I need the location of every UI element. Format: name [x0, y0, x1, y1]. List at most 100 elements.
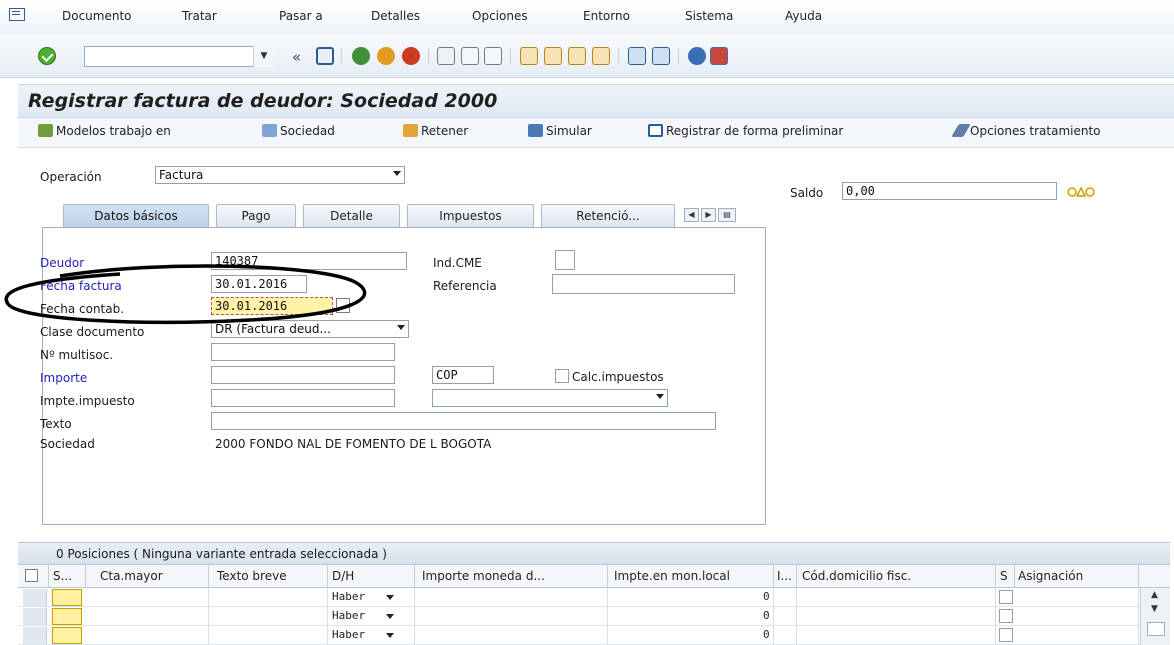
menu-detalles[interactable]: Detalles: [371, 9, 420, 23]
amount-doc-cell[interactable]: [415, 607, 608, 626]
assignment-cell[interactable]: [1015, 588, 1139, 607]
hold-button[interactable]: Retener: [403, 124, 468, 138]
col-account[interactable]: Cta.mayor: [100, 569, 163, 583]
tab-datos-basicos[interactable]: Datos básicos: [63, 204, 209, 227]
amount-field[interactable]: [211, 366, 395, 384]
short-text-cell[interactable]: [209, 588, 328, 607]
back-arrows-icon[interactable]: «: [292, 48, 301, 66]
exit-icon[interactable]: [377, 47, 395, 65]
print-icon[interactable]: [437, 47, 455, 65]
options-button[interactable]: Opciones tratamiento: [951, 124, 1101, 138]
cancel-icon[interactable]: [402, 47, 420, 65]
tax-jurisdiction-cell[interactable]: [797, 626, 996, 645]
menu-icon[interactable]: [9, 8, 25, 21]
s-checkbox[interactable]: [999, 628, 1013, 642]
tab-scroll-left-icon[interactable]: ◀: [684, 208, 699, 222]
short-text-cell[interactable]: [209, 607, 328, 626]
find-next-icon[interactable]: [484, 47, 502, 65]
short-text-cell[interactable]: [209, 626, 328, 645]
table-row: Haber 0: [18, 588, 1170, 607]
status-cell[interactable]: [52, 627, 82, 644]
operation-select[interactable]: Factura: [155, 166, 405, 184]
next-page-icon[interactable]: [568, 47, 586, 65]
scroll-up-icon[interactable]: ▲: [1151, 590, 1158, 600]
scroll-down-icon[interactable]: ▼: [1151, 604, 1158, 614]
scroll-config-icon[interactable]: [1147, 622, 1165, 636]
back-icon[interactable]: [352, 47, 370, 65]
layout-icon[interactable]: [710, 47, 728, 65]
amount-local-cell[interactable]: [608, 588, 774, 607]
multisoc-field[interactable]: [211, 343, 395, 361]
assignment-cell[interactable]: [1015, 626, 1139, 645]
i-cell[interactable]: [774, 588, 797, 607]
col-amount-local[interactable]: Impte.en mon.local: [614, 569, 730, 583]
tab-impuestos[interactable]: Impuestos: [407, 204, 534, 227]
col-short-text[interactable]: Texto breve: [217, 569, 287, 583]
col-s[interactable]: S: [1000, 569, 1008, 583]
col-amount-doc[interactable]: Importe moneda d...: [422, 569, 545, 583]
text-field[interactable]: [211, 412, 716, 430]
simulate-button[interactable]: Simular: [528, 124, 592, 138]
calc-tax-checkbox[interactable]: [555, 369, 569, 383]
row-selector[interactable]: [23, 627, 47, 644]
i-cell[interactable]: [774, 626, 797, 645]
menu-tratar[interactable]: Tratar: [182, 9, 217, 23]
menu-entorno[interactable]: Entorno: [583, 9, 630, 23]
i-cell[interactable]: [774, 607, 797, 626]
row-selector[interactable]: [23, 589, 47, 606]
last-page-icon[interactable]: [592, 47, 610, 65]
new-session-icon[interactable]: [628, 47, 646, 65]
enter-check-icon[interactable]: [38, 47, 56, 65]
status-cell[interactable]: [52, 608, 82, 625]
col-assignment[interactable]: Asignación: [1018, 569, 1083, 583]
command-field[interactable]: [84, 46, 274, 67]
reference-field[interactable]: [552, 274, 735, 294]
col-i[interactable]: I...: [777, 569, 792, 583]
menu-ayuda[interactable]: Ayuda: [785, 9, 822, 23]
shortcut-icon[interactable]: [652, 47, 670, 65]
tax-jurisdiction-cell[interactable]: [797, 588, 996, 607]
command-dropdown-icon[interactable]: ▼: [253, 46, 274, 67]
row-selector[interactable]: [23, 608, 47, 625]
amount-doc-cell[interactable]: [415, 588, 608, 607]
grid-vertical-scrollbar[interactable]: ▲ ▼: [1140, 588, 1170, 645]
tax-jurisdiction-cell[interactable]: [797, 607, 996, 626]
col-status[interactable]: S...: [53, 569, 93, 583]
tab-scroll-right-icon[interactable]: ▶: [701, 208, 716, 222]
assignment-cell[interactable]: [1015, 607, 1139, 626]
tab-retencion[interactable]: Retenció...: [541, 204, 675, 227]
account-cell[interactable]: [85, 588, 209, 607]
menu-sistema[interactable]: Sistema: [685, 9, 733, 23]
park-button[interactable]: Registrar de forma preliminar: [648, 124, 843, 138]
previous-page-icon[interactable]: [544, 47, 562, 65]
tax-amount-field[interactable]: [211, 389, 395, 407]
cme-field[interactable]: [555, 250, 575, 270]
tab-list-icon[interactable]: ▤: [718, 208, 736, 222]
company-button[interactable]: Sociedad: [262, 124, 335, 138]
amount-doc-cell[interactable]: [415, 626, 608, 645]
simulate-icon: [528, 124, 543, 137]
first-page-icon[interactable]: [520, 47, 538, 65]
col-tax-jurisdiction[interactable]: Cód.domicilio fisc.: [802, 569, 911, 583]
save-icon[interactable]: [316, 47, 334, 65]
tax-code-select[interactable]: [432, 389, 668, 407]
help-icon[interactable]: [688, 47, 706, 65]
amount-local-cell[interactable]: [608, 626, 774, 645]
tab-detalle[interactable]: Detalle: [303, 204, 400, 227]
status-cell[interactable]: [52, 589, 82, 606]
account-cell[interactable]: [85, 626, 209, 645]
tab-pago[interactable]: Pago: [216, 204, 296, 227]
account-cell[interactable]: [85, 607, 209, 626]
s-checkbox[interactable]: [999, 609, 1013, 623]
menu-documento[interactable]: Documento: [62, 9, 132, 23]
select-all-icon[interactable]: [25, 569, 38, 582]
currency-field[interactable]: COP: [432, 366, 494, 384]
find-icon[interactable]: [461, 47, 479, 65]
amount-local-cell[interactable]: [608, 607, 774, 626]
models-button[interactable]: Modelos trabajo en: [38, 124, 171, 138]
menu-pasar-a[interactable]: Pasar a: [279, 9, 323, 23]
menu-opciones[interactable]: Opciones: [472, 9, 528, 23]
col-dh[interactable]: D/H: [332, 569, 354, 583]
s-checkbox[interactable]: [999, 590, 1013, 604]
separator: [618, 48, 619, 64]
